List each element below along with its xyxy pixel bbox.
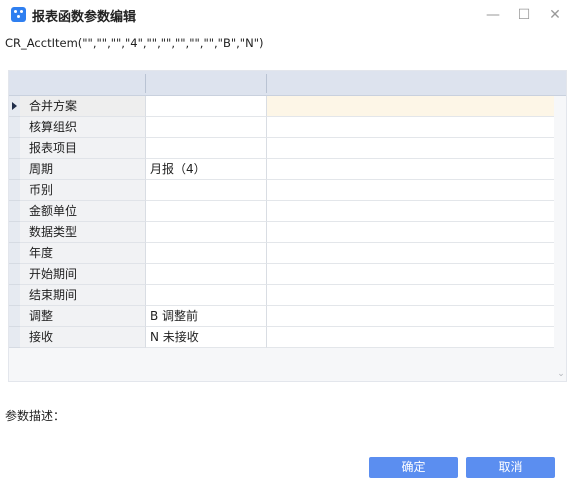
param-name-cell: 报表项目: [20, 138, 146, 159]
row-header[interactable]: [9, 264, 20, 285]
window-title: 报表函数参数编辑: [32, 10, 137, 25]
param-name-cell: 年度: [20, 243, 146, 264]
row-header[interactable]: [9, 159, 20, 180]
table-row[interactable]: 结束期间: [9, 285, 554, 306]
param-value-cell[interactable]: [146, 285, 267, 306]
table-row[interactable]: 年度: [9, 243, 554, 264]
maximize-button[interactable]: ☐: [513, 5, 535, 25]
param-value-cell[interactable]: [146, 243, 267, 264]
row-header[interactable]: [9, 222, 20, 243]
param-extra-cell[interactable]: [267, 96, 554, 117]
description-label: 参数描述：: [5, 409, 66, 423]
parameter-grid: 合并方案 核算组织 报表项目 周期 月报（4） 币别 金额单位 数据类型 年度 开始期间 结束期间调…: [8, 70, 567, 382]
param-value-cell[interactable]: 月报（4）: [146, 159, 267, 180]
param-value-cell[interactable]: [146, 117, 267, 138]
param-value-cell[interactable]: [146, 138, 267, 159]
param-name-cell: 数据类型: [20, 222, 146, 243]
param-extra-cell[interactable]: [267, 327, 554, 348]
param-value-cell[interactable]: N 未接收: [146, 327, 267, 348]
current-row-arrow-icon: [12, 102, 17, 110]
row-header[interactable]: [9, 306, 20, 327]
header-divider[interactable]: [145, 74, 146, 93]
param-name-cell: 开始期间: [20, 264, 146, 285]
param-name-cell: 接收: [20, 327, 146, 348]
param-extra-cell[interactable]: [267, 180, 554, 201]
param-extra-cell[interactable]: [267, 243, 554, 264]
param-extra-cell[interactable]: [267, 117, 554, 138]
param-extra-cell[interactable]: [267, 285, 554, 306]
param-extra-cell[interactable]: [267, 201, 554, 222]
param-value-cell[interactable]: [146, 264, 267, 285]
table-row[interactable]: 调整 B 调整前: [9, 306, 554, 327]
table-row[interactable]: 接收 N 未接收: [9, 327, 554, 348]
header-divider[interactable]: [266, 74, 267, 93]
table-row[interactable]: 金额单位: [9, 201, 554, 222]
scroll-down-icon[interactable]: ⌄: [556, 369, 566, 379]
row-header[interactable]: [9, 138, 20, 159]
param-name-cell: 调整: [20, 306, 146, 327]
param-name-cell: 合并方案: [20, 96, 146, 117]
table-row[interactable]: 合并方案: [9, 96, 554, 117]
param-name-cell: 金额单位: [20, 201, 146, 222]
table-row[interactable]: 数据类型: [9, 222, 554, 243]
title-bar: 报表函数参数编辑 — ☐ ✕: [0, 0, 574, 30]
close-button[interactable]: ✕: [544, 5, 566, 25]
param-name-cell: 核算组织: [20, 117, 146, 138]
param-extra-cell[interactable]: [267, 159, 554, 180]
param-value-cell[interactable]: [146, 222, 267, 243]
param-name-cell: 结束期间: [20, 285, 146, 306]
formula-text: CR_AcctItem("","","","4","","","","","",…: [5, 36, 264, 50]
param-extra-cell[interactable]: [267, 264, 554, 285]
param-extra-cell[interactable]: [267, 222, 554, 243]
param-extra-cell[interactable]: [267, 306, 554, 327]
ok-button[interactable]: 确定: [369, 457, 458, 478]
table-row[interactable]: 币别: [9, 180, 554, 201]
param-name-cell: 周期: [20, 159, 146, 180]
param-value-cell[interactable]: B 调整前: [146, 306, 267, 327]
param-value-cell[interactable]: [146, 96, 267, 117]
table-row[interactable]: 报表项目: [9, 138, 554, 159]
table-row[interactable]: 开始期间: [9, 264, 554, 285]
param-name-cell: 币别: [20, 180, 146, 201]
row-header[interactable]: [9, 96, 20, 117]
report-app-icon: [11, 7, 26, 22]
param-value-cell[interactable]: [146, 201, 267, 222]
param-extra-cell[interactable]: [267, 138, 554, 159]
row-header[interactable]: [9, 117, 20, 138]
table-row[interactable]: 周期 月报（4）: [9, 159, 554, 180]
cancel-button[interactable]: 取消: [466, 457, 555, 478]
minimize-button[interactable]: —: [482, 5, 504, 25]
row-header[interactable]: [9, 201, 20, 222]
param-value-cell[interactable]: [146, 180, 267, 201]
table-row[interactable]: 核算组织: [9, 117, 554, 138]
row-header[interactable]: [9, 285, 20, 306]
row-header[interactable]: [9, 243, 20, 264]
grid-header: [9, 71, 566, 96]
row-header[interactable]: [9, 327, 20, 348]
row-header[interactable]: [9, 180, 20, 201]
